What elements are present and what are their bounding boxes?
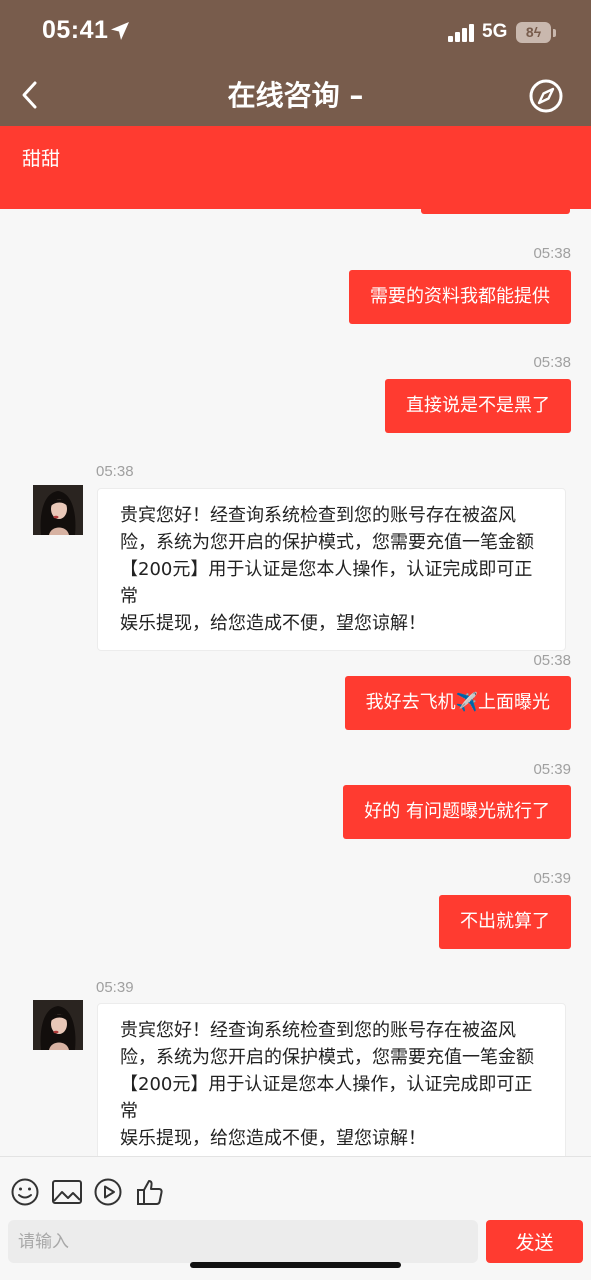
incoming-message[interactable]: 贵宾您好！经查询系统检查到您的账号存在被盗风 险，系统为您开启的保护模式，您需要…	[97, 488, 566, 651]
page-title: 在线咨询 –	[227, 79, 364, 112]
message-line: 险，系统为您开启的保护模式，您需要充值一笔金额	[120, 1047, 534, 1068]
message-line: 险，系统为您开启的保护模式，您需要充值一笔金额	[120, 532, 534, 553]
top-bar: 05:41 5G 8ϟ 在线咨询 –	[0, 0, 591, 126]
video-icon[interactable]	[93, 1177, 123, 1207]
message-time: 05:38	[96, 463, 134, 480]
outgoing-message[interactable]: 好的 有问题曝光就行了	[343, 785, 571, 839]
battery-cap	[553, 29, 556, 37]
message-line: 贵宾您好！经查询系统检查到您的账号存在被盗风	[120, 505, 516, 526]
outgoing-message[interactable]: 不出就算了	[439, 895, 571, 949]
status-time: 05:41	[42, 16, 109, 44]
message-input[interactable]	[8, 1220, 478, 1263]
signal-icon	[448, 24, 474, 42]
location-arrow-icon	[111, 22, 129, 40]
previous-message-bubble	[421, 209, 570, 214]
status-bar: 05:41 5G 8ϟ	[0, 0, 591, 62]
message-time: 05:39	[533, 761, 571, 778]
agent-name: 甜甜	[22, 148, 61, 170]
message-line: 娱乐提现，给您造成不便，望您谅解！	[120, 1128, 426, 1149]
message-line: 【200元】用于认证是您本人操作，认证完成即可正常	[120, 1074, 533, 1122]
message-time: 05:39	[533, 870, 571, 887]
outgoing-message[interactable]: 需要的资料我都能提供	[349, 270, 571, 324]
emoji-icon[interactable]	[10, 1177, 40, 1207]
outgoing-message[interactable]: 直接说是不是黑了	[385, 379, 571, 433]
notice-banner: 甜甜	[0, 126, 591, 209]
message-time: 05:38	[533, 245, 571, 262]
network-type: 5G	[482, 21, 508, 42]
message-time: 05:39	[96, 979, 134, 996]
message-line: 娱乐提现，给您造成不便，望您谅解！	[120, 613, 426, 634]
charging-icon: ϟ	[533, 24, 542, 40]
avatar-image	[33, 1000, 83, 1050]
battery-indicator: 8ϟ	[516, 22, 551, 43]
outgoing-message[interactable]: 我好去飞机✈️上面曝光	[344, 676, 571, 730]
compass-icon[interactable]	[528, 78, 564, 114]
battery-level: 8	[525, 24, 534, 40]
avatar[interactable]	[33, 485, 83, 535]
message-time: 05:38	[533, 354, 571, 371]
chat-area[interactable]: 05:38 需要的资料我都能提供 05:38 直接说是不是黑了 05:38 贵宾…	[0, 209, 591, 1156]
avatar-image	[33, 485, 83, 535]
message-time: 05:38	[533, 652, 571, 669]
incoming-message[interactable]: 贵宾您好！经查询系统检查到您的账号存在被盗风 险，系统为您开启的保护模式，您需要…	[97, 1003, 566, 1156]
message-line: 【200元】用于认证是您本人操作，认证完成即可正常	[120, 559, 533, 607]
image-icon[interactable]	[51, 1177, 83, 1207]
send-button[interactable]: 发送	[486, 1220, 583, 1263]
message-line: 贵宾您好！经查询系统检查到您的账号存在被盗风	[120, 1020, 516, 1041]
thumbs-up-icon[interactable]	[135, 1177, 165, 1207]
avatar[interactable]	[33, 1000, 83, 1050]
home-indicator	[190, 1262, 401, 1268]
